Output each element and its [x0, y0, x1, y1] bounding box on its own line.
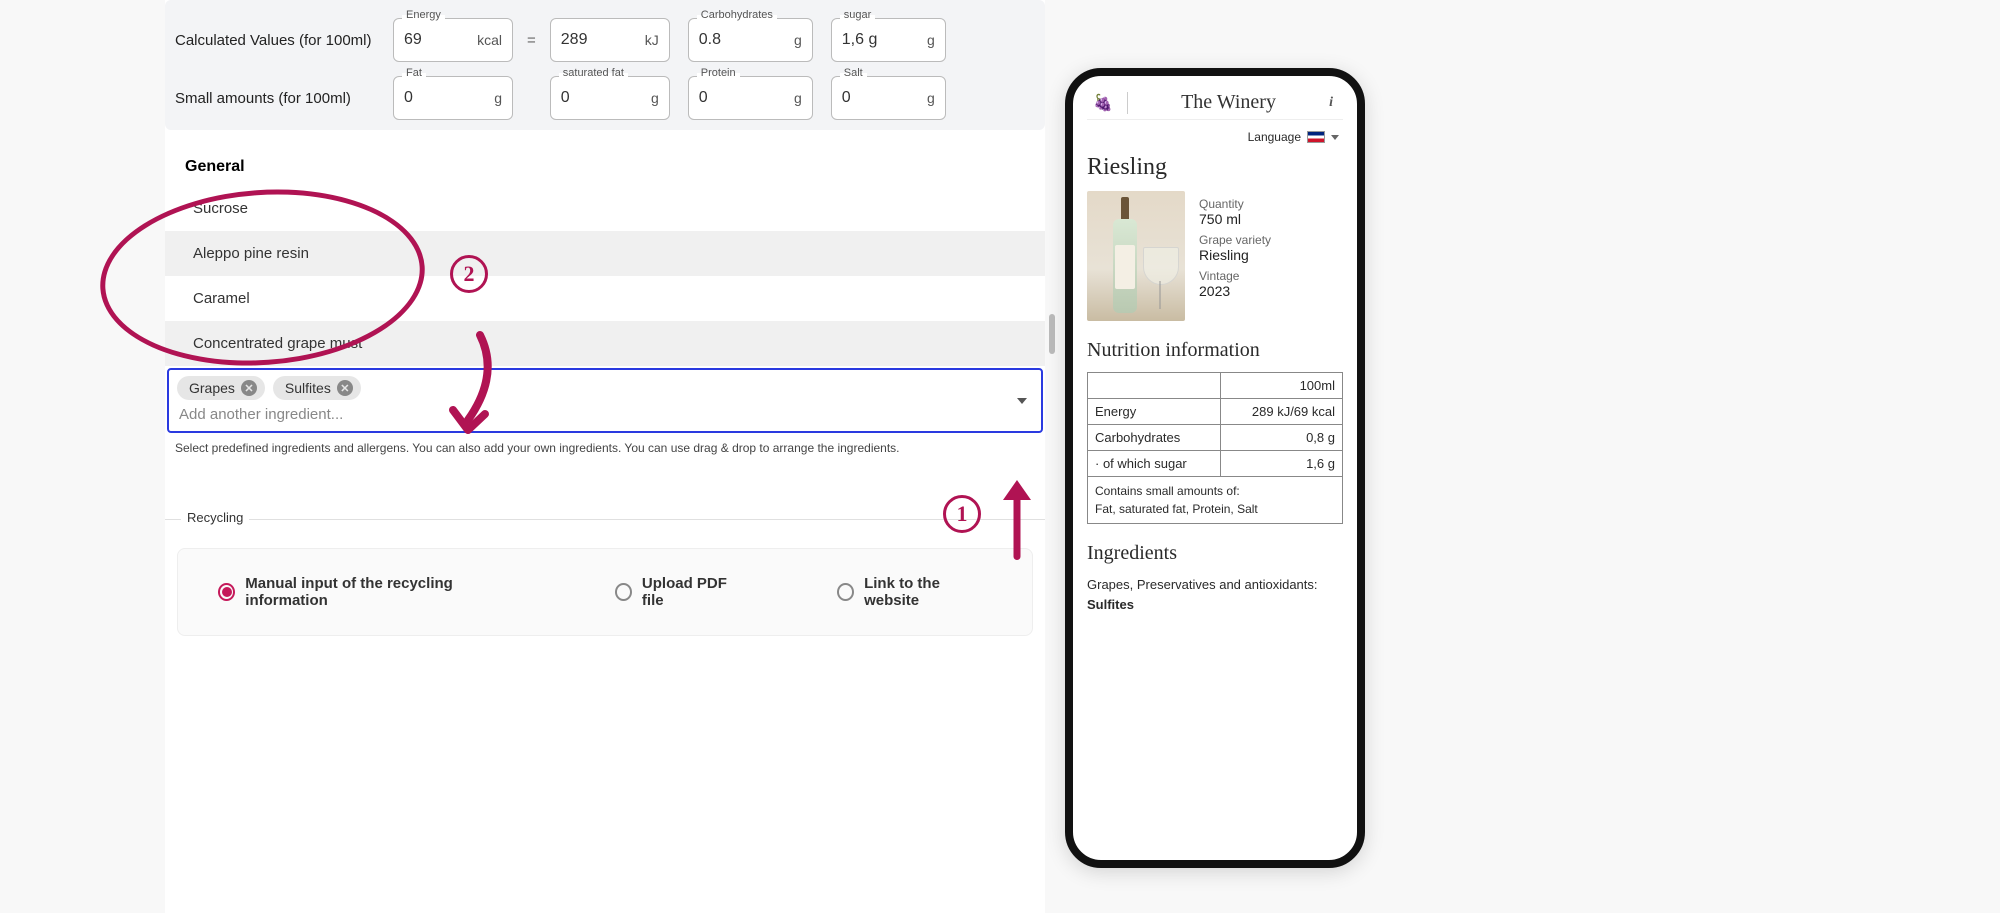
carbs-label: Carbohydrates	[697, 9, 777, 21]
scrollbar-icon[interactable]	[1049, 314, 1055, 354]
energy-kcal-field[interactable]: Energy 69 kcal	[393, 18, 513, 62]
recycling-legend: Recycling	[181, 510, 249, 525]
equals-sign: =	[523, 32, 540, 49]
dropdown-item-sucrose[interactable]: Sucrose	[165, 186, 1045, 231]
radio-icon	[837, 583, 854, 601]
flag-icon	[1307, 131, 1325, 143]
salt-label: Salt	[840, 67, 867, 79]
small-amounts-text: Contains small amounts of: Fat, saturate…	[1088, 477, 1343, 524]
fat-label: Fat	[402, 67, 426, 79]
recycling-opt-manual[interactable]: Manual input of the recycling informatio…	[218, 575, 525, 609]
quantity-value: 750 ml	[1199, 211, 1343, 227]
small-amounts-label: Small amounts (for 100ml)	[175, 90, 393, 107]
quantity-label: Quantity	[1199, 197, 1343, 211]
divider	[1127, 92, 1128, 114]
nutrition-table: 100ml Energy289 kJ/69 kcal Carbohydrates…	[1087, 372, 1343, 524]
ingredient-dropdown-panel: General Sucrose Aleppo pine resin Carame…	[165, 144, 1045, 459]
vintage-label: Vintage	[1199, 269, 1343, 283]
grape-value: Riesling	[1199, 247, 1343, 263]
carbs-field[interactable]: Carbohydrates 0.8 g	[688, 18, 813, 62]
satfat-field[interactable]: saturated fat 0 g	[550, 76, 670, 120]
recycling-section: Recycling Manual input of the recycling …	[165, 519, 1045, 636]
vintage-value: 2023	[1199, 283, 1343, 299]
protein-field[interactable]: Protein 0 g	[688, 76, 813, 120]
sugar-label: sugar	[840, 9, 876, 21]
radio-icon	[218, 583, 235, 601]
ingredients-helper-text: Select predefined ingredients and allerg…	[165, 433, 1045, 459]
brand-name: The Winery	[1142, 91, 1315, 114]
energy-kj-field[interactable]: 289 kJ	[550, 18, 670, 62]
product-title: Riesling	[1087, 154, 1343, 181]
nutrition-header: Nutrition information	[1087, 339, 1343, 362]
satfat-label: saturated fat	[559, 67, 628, 79]
ingredients-header: Ingredients	[1087, 542, 1343, 565]
add-ingredient-input[interactable]: Add another ingredient...	[177, 400, 1033, 425]
radio-icon	[615, 583, 632, 601]
recycling-opt-pdf[interactable]: Upload PDF file	[615, 575, 747, 609]
close-icon[interactable]: ✕	[337, 380, 353, 396]
dropdown-group-header: General	[165, 144, 1045, 186]
calculated-values-label: Calculated Values (for 100ml)	[175, 32, 393, 49]
language-selector[interactable]: Language	[1087, 120, 1343, 150]
fat-field[interactable]: Fat 0 g	[393, 76, 513, 120]
chevron-down-icon	[1331, 135, 1339, 140]
protein-label: Protein	[697, 67, 740, 79]
chip-sulfites[interactable]: Sulfites ✕	[273, 376, 361, 400]
main-form-panel: Calculated Values (for 100ml) Energy 69 …	[165, 0, 1045, 913]
recycling-opt-link[interactable]: Link to the website	[837, 575, 992, 609]
dropdown-item-caramel[interactable]: Caramel	[165, 276, 1045, 321]
sugar-field[interactable]: sugar 1,6 g g	[831, 18, 946, 62]
chip-grapes[interactable]: Grapes ✕	[177, 376, 265, 400]
dropdown-item-grape-must[interactable]: Concentrated grape must	[165, 321, 1045, 366]
ingredients-text: Grapes, Preservatives and antioxidants: …	[1087, 575, 1343, 614]
product-image	[1087, 191, 1185, 321]
energy-label: Energy	[402, 9, 445, 21]
ingredients-multiselect[interactable]: Grapes ✕ Sulfites ✕ Add another ingredie…	[167, 368, 1043, 433]
logo-icon: 🍇	[1093, 93, 1113, 113]
info-icon[interactable]: i	[1329, 95, 1337, 111]
grape-label: Grape variety	[1199, 233, 1343, 247]
phone-preview: 🍇 The Winery i Language Riesling Quantit…	[1065, 68, 1365, 868]
dropdown-item-aleppo[interactable]: Aleppo pine resin	[165, 231, 1045, 276]
salt-field[interactable]: Salt 0 g	[831, 76, 946, 120]
chevron-down-icon[interactable]	[1017, 398, 1027, 404]
close-icon[interactable]: ✕	[241, 380, 257, 396]
nutrition-section: Calculated Values (for 100ml) Energy 69 …	[165, 0, 1045, 130]
